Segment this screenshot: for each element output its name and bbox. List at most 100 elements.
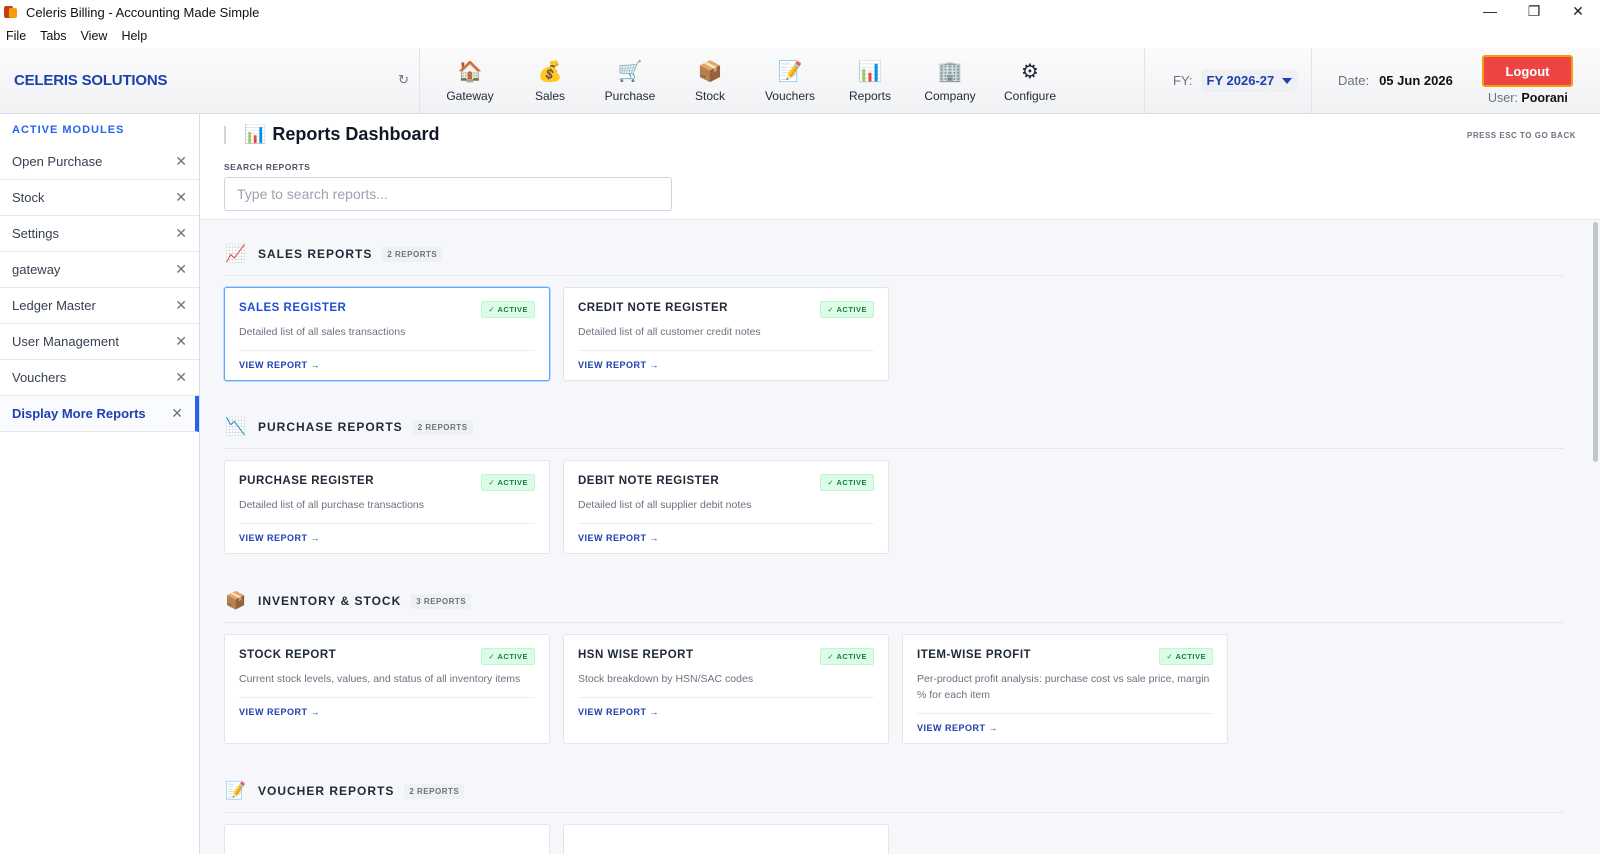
nav-label: Gateway [446, 88, 494, 103]
nav-label: Company [924, 88, 976, 103]
view-report-link[interactable]: VIEW REPORT → [917, 723, 1213, 733]
sidebar-item-label: gateway [12, 262, 61, 277]
sidebar-section-title: ACTIVE MODULES [12, 124, 125, 136]
menu-file[interactable]: File [6, 29, 26, 43]
view-report-link[interactable]: VIEW REPORT → [578, 533, 874, 543]
close-icon[interactable]: ✕ [175, 225, 187, 242]
sidebar-item-stock[interactable]: Stock ✕ [0, 180, 199, 216]
sidebar-item-label: Vouchers [12, 370, 67, 385]
nav-purchase[interactable]: 🛒 Purchase [590, 48, 670, 113]
box-icon: 📦 [225, 591, 247, 610]
report-card-hsn-wise-report[interactable]: HSN WISE REPORT ✓ ACTIVE Stock breakdown… [563, 634, 889, 744]
fy-select[interactable]: FY 2026-27 [1200, 69, 1299, 92]
bar-chart-icon: 📊 [857, 60, 883, 83]
home-icon: 🏠 [457, 60, 483, 83]
report-card-stock-report[interactable]: STOCK REPORT ✓ ACTIVE Current stock leve… [224, 634, 550, 744]
refresh-icon[interactable]: ↻ [398, 72, 409, 88]
esc-hint: PRESS ESC TO GO BACK [1467, 131, 1576, 140]
view-report-link[interactable]: VIEW REPORT → [239, 360, 535, 370]
close-icon[interactable]: ✕ [175, 189, 187, 206]
close-icon[interactable]: ✕ [171, 405, 183, 422]
nav-reports[interactable]: 📊 Reports [830, 48, 910, 113]
sidebar-item-open-purchase[interactable]: Open Purchase ✕ [0, 144, 199, 180]
title-bar: Celeris Billing - Accounting Made Simple… [0, 0, 1600, 24]
section-purchase-reports: 📉 PURCHASE REPORTS 2 REPORTS PURCHASE RE… [224, 414, 1564, 554]
brand-area: CELERIS SOLUTIONS ↻ [0, 48, 420, 113]
menu-help[interactable]: Help [121, 29, 147, 43]
close-icon[interactable]: ✕ [175, 261, 187, 278]
search-input[interactable] [224, 177, 672, 211]
nav-label: Vouchers [764, 88, 816, 103]
close-icon[interactable]: ✕ [175, 297, 187, 314]
close-window-button[interactable]: ✕ [1556, 0, 1600, 24]
nav-vouchers[interactable]: 📝 Vouchers [750, 48, 830, 113]
user-name: Poorani [1521, 91, 1568, 105]
fiscal-year-area: FY: FY 2026-27 [1144, 48, 1299, 113]
sidebar-item-settings[interactable]: Settings ✕ [0, 216, 199, 252]
sidebar-item-user-management[interactable]: User Management ✕ [0, 324, 199, 360]
status-badge: ✓ ACTIVE [820, 474, 874, 491]
nav-configure[interactable]: ⚙ Configure [990, 48, 1070, 113]
card-description: Detailed list of all sales transactions [239, 326, 406, 338]
report-card-sales-register[interactable]: SALES REGISTER ✓ ACTIVE Detailed list of… [224, 287, 550, 381]
report-card-debit-note-register[interactable]: DEBIT NOTE REGISTER ✓ ACTIVE Detailed li… [563, 460, 889, 554]
report-card-item-wise-profit[interactable]: ITEM-WISE PROFIT ✓ ACTIVE Per-product pr… [902, 634, 1228, 744]
menu-bar: File Tabs View Help [0, 24, 1600, 48]
chart-up-icon: 📈 [225, 244, 247, 263]
money-bag-icon: 💰 [537, 60, 563, 83]
sidebar-item-label: Stock [12, 190, 45, 205]
status-badge: ✓ ACTIVE [1159, 648, 1213, 665]
close-icon[interactable]: ✕ [175, 333, 187, 350]
building-icon: 🏢 [937, 60, 963, 83]
sidebar-item-label: Ledger Master [12, 298, 96, 313]
report-card-credit-note-register[interactable]: CREDIT NOTE REGISTER ✓ ACTIVE Detailed l… [563, 287, 889, 381]
sidebar-item-gateway[interactable]: gateway ✕ [0, 252, 199, 288]
sidebar-item-ledger-master[interactable]: Ledger Master ✕ [0, 288, 199, 324]
menu-tabs[interactable]: Tabs [40, 29, 66, 43]
report-card-partial[interactable] [224, 824, 550, 854]
nav-stock[interactable]: 📦 Stock [670, 48, 750, 113]
card-description: Current stock levels, values, and status… [239, 673, 521, 685]
card-description: Detailed list of all customer credit not… [578, 326, 761, 338]
report-count-badge: 3 REPORTS [411, 593, 472, 609]
minimize-button[interactable]: — [1468, 0, 1512, 24]
report-card-purchase-register[interactable]: PURCHASE REGISTER ✓ ACTIVE Detailed list… [224, 460, 550, 554]
nav-label: Stock [694, 88, 725, 103]
card-description: Detailed list of all purchase transactio… [239, 499, 425, 511]
sidebar-item-label: Display More Reports [12, 406, 146, 421]
section-sales-reports: 📈 SALES REPORTS 2 REPORTS SALES REGISTER… [224, 241, 1564, 381]
app-header: CELERIS SOLUTIONS ↻ 🏠 Gateway 💰 Sales 🛒 Pur… [0, 48, 1600, 114]
view-report-link[interactable]: VIEW REPORT → [239, 707, 535, 717]
view-report-link[interactable]: VIEW REPORT → [239, 533, 535, 543]
logout-button[interactable]: Logout [1482, 55, 1573, 87]
nav-gateway[interactable]: 🏠 Gateway [430, 48, 510, 113]
card-description: Per-product profit analysis: purchase co… [917, 673, 1210, 701]
sidebar-item-label: Settings [12, 226, 59, 241]
menu-view[interactable]: View [81, 29, 108, 43]
sidebar-item-display-more-reports[interactable]: Display More Reports ✕ [0, 396, 199, 432]
section-title: VOUCHER REPORTS [258, 784, 395, 798]
scrollbar[interactable] [1593, 222, 1598, 462]
fy-value: FY 2026-27 [1206, 73, 1275, 88]
report-count-badge: 2 REPORTS [404, 783, 465, 799]
report-card-partial[interactable] [563, 824, 889, 854]
view-report-link[interactable]: VIEW REPORT → [578, 707, 874, 717]
nav-sales[interactable]: 💰 Sales [510, 48, 590, 113]
status-badge: ✓ ACTIVE [481, 474, 535, 491]
chart-down-icon: 📉 [225, 417, 247, 436]
view-report-link[interactable]: VIEW REPORT → [578, 360, 874, 370]
close-icon[interactable]: ✕ [175, 153, 187, 170]
user-label: User: [1488, 91, 1518, 105]
app-icon [4, 5, 18, 19]
section-title: INVENTORY & STOCK [258, 594, 402, 608]
window-title: Celeris Billing - Accounting Made Simple [26, 4, 260, 20]
section-title: PURCHASE REPORTS [258, 420, 403, 434]
sidebar: ACTIVE MODULES Open Purchase ✕ Stock ✕ Set… [0, 114, 200, 854]
date-label: Date: [1338, 73, 1370, 88]
nav-company[interactable]: 🏢 Company [910, 48, 990, 113]
sidebar-item-vouchers[interactable]: Vouchers ✕ [0, 360, 199, 396]
status-badge: ✓ ACTIVE [481, 648, 535, 665]
gear-icon: ⚙ [1021, 60, 1039, 83]
restore-button[interactable]: ❐ [1512, 0, 1556, 24]
close-icon[interactable]: ✕ [175, 369, 187, 386]
